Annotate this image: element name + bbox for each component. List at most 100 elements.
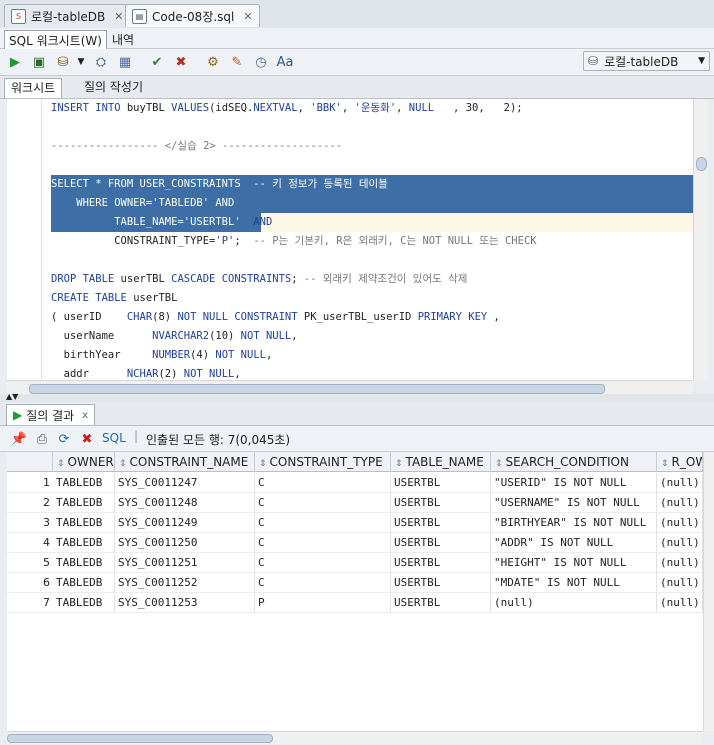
table-cell[interactable]: TABLEDB	[53, 553, 115, 573]
table-cell[interactable]: SYS_C0011248	[115, 493, 255, 513]
editor-horizontal-scrollbar[interactable]	[7, 380, 693, 395]
table-cell[interactable]: (null)	[657, 593, 703, 613]
history-icon[interactable]: ◷	[252, 53, 270, 71]
tab-code-sql[interactable]: ▤ Code-08장.sql ✕	[125, 4, 260, 27]
table-cell[interactable]: "USERNAME" IS NOT NULL	[491, 493, 657, 513]
run-script-icon[interactable]: ▣	[30, 53, 48, 71]
table-cell[interactable]: TABLEDB	[53, 473, 115, 493]
column-header[interactable]: ⇕ CONSTRAINT_NAME	[115, 452, 255, 472]
row-number[interactable]: 2	[7, 493, 53, 513]
explain-plan-icon[interactable]: ⛭	[92, 53, 110, 71]
sql-tuning-icon[interactable]: ⚙	[204, 53, 222, 71]
scroll-thumb[interactable]	[7, 734, 273, 743]
run-statement-icon[interactable]: ▶	[6, 53, 24, 71]
rollback-icon[interactable]: ✖	[172, 53, 190, 71]
table-cell[interactable]: USERTBL	[391, 553, 491, 573]
column-header[interactable]: ⇕ OWNER	[53, 452, 115, 472]
table-cell[interactable]: C	[255, 533, 391, 553]
table-cell[interactable]: "HEIGHT" IS NOT NULL	[491, 553, 657, 573]
chevron-down-icon[interactable]: ▼	[72, 53, 90, 71]
tab-query-result[interactable]: ▶ 질의 결과 x	[6, 404, 96, 425]
close-icon[interactable]: x	[82, 410, 88, 421]
close-icon[interactable]: ✕	[114, 10, 123, 23]
table-cell[interactable]: C	[255, 553, 391, 573]
row-number[interactable]: 3	[7, 513, 53, 533]
grid-vertical-scrollbar[interactable]	[703, 452, 714, 731]
print-icon[interactable]: ⎙	[33, 430, 51, 448]
column-header[interactable]: ⇕R_OW	[657, 452, 703, 472]
column-header[interactable]: ⇕ SEARCH_CONDITION	[491, 452, 657, 472]
table-cell[interactable]: SYS_C0011250	[115, 533, 255, 553]
results-grid[interactable]: ⇕ OWNER ⇕ CONSTRAINT_NAME ⇕ CONSTRAINT_TYPE ⇕ T…	[7, 452, 703, 731]
tab-worksheet[interactable]: 워크시트	[4, 78, 63, 98]
table-cell[interactable]: (null)	[657, 473, 703, 493]
table-cell[interactable]: (null)	[657, 573, 703, 593]
table-cell[interactable]: (null)	[491, 593, 657, 613]
table-cell[interactable]: (null)	[657, 533, 703, 553]
row-number[interactable]: 7	[7, 593, 53, 613]
sql-editor[interactable]: INSERT INTO buyTBL VALUES(idSEQ.NEXTVAL,…	[7, 99, 693, 380]
table-cell[interactable]: C	[255, 573, 391, 593]
sort-icon[interactable]: ⇕	[57, 459, 65, 469]
table-cell[interactable]: USERTBL	[391, 533, 491, 553]
table-cell[interactable]: "ADDR" IS NOT NULL	[491, 533, 657, 553]
splitter[interactable]: ▲▼	[0, 392, 714, 402]
close-icon[interactable]: ✕	[243, 10, 252, 23]
eraser-icon[interactable]: ✎	[228, 53, 246, 71]
table-cell[interactable]: SYS_C0011252	[115, 573, 255, 593]
table-cell[interactable]: SYS_C0011253	[115, 593, 255, 613]
table-cell[interactable]: "MDATE" IS NOT NULL	[491, 573, 657, 593]
table-cell[interactable]: USERTBL	[391, 513, 491, 533]
table-cell[interactable]: TABLEDB	[53, 573, 115, 593]
table-cell[interactable]: C	[255, 473, 391, 493]
table-cell[interactable]: C	[255, 493, 391, 513]
table-cell[interactable]: SYS_C0011249	[115, 513, 255, 533]
table-cell[interactable]: TABLEDB	[53, 493, 115, 513]
scroll-thumb[interactable]	[29, 384, 605, 394]
table-cell[interactable]: TABLEDB	[53, 513, 115, 533]
column-header[interactable]: ⇕ CONSTRAINT_TYPE	[255, 452, 391, 472]
table-cell[interactable]: (null)	[657, 553, 703, 573]
table-cell[interactable]: TABLEDB	[53, 533, 115, 553]
table-cell[interactable]: P	[255, 593, 391, 613]
column-header[interactable]: ⇕ TABLE_NAME	[391, 452, 491, 472]
grid-horizontal-scrollbar[interactable]	[7, 731, 703, 744]
refresh-icon[interactable]: ⟳	[55, 430, 73, 448]
connection-selector[interactable]: ⛁ 로컬-tableDB ▼	[583, 51, 710, 71]
table-cell[interactable]: (null)	[657, 493, 703, 513]
table-cell[interactable]: SYS_C0011247	[115, 473, 255, 493]
sort-icon[interactable]: ⇕	[259, 459, 267, 469]
row-number[interactable]: 4	[7, 533, 53, 553]
sort-icon[interactable]: ⇕	[119, 459, 127, 469]
table-cell[interactable]: "USERID" IS NOT NULL	[491, 473, 657, 493]
table-cell[interactable]: USERTBL	[391, 493, 491, 513]
delete-icon[interactable]: ✖	[78, 430, 96, 448]
table-cell[interactable]: USERTBL	[391, 573, 491, 593]
table-cell[interactable]: TABLEDB	[53, 593, 115, 613]
table-cell[interactable]: (null)	[657, 513, 703, 533]
table-cell[interactable]: "BIRTHYEAR" IS NOT NULL	[491, 513, 657, 533]
collapse-arrows-icon[interactable]: ▲▼	[6, 392, 18, 401]
table-cell[interactable]: C	[255, 513, 391, 533]
table-cell[interactable]: USERTBL	[391, 473, 491, 493]
pin-icon[interactable]: 📌	[10, 430, 28, 448]
case-convert-icon[interactable]: Aa	[276, 53, 294, 71]
table-cell[interactable]: SYS_C0011251	[115, 553, 255, 573]
tab-sql-worksheet[interactable]: SQL 워크시트(W)	[4, 30, 107, 51]
sql-link[interactable]: SQL	[102, 431, 126, 445]
table-cell[interactable]: USERTBL	[391, 593, 491, 613]
scroll-thumb[interactable]	[696, 157, 707, 171]
editor-vertical-scrollbar[interactable]	[693, 99, 708, 380]
tab-query-builder[interactable]: 질의 작성기	[78, 78, 149, 97]
row-number[interactable]: 5	[7, 553, 53, 573]
tab-history[interactable]: 내역	[108, 30, 138, 49]
autotrace-icon[interactable]: ▦	[116, 53, 134, 71]
sort-icon[interactable]: ⇕	[395, 459, 403, 469]
sort-icon[interactable]: ⇕	[495, 459, 503, 469]
commit-check-icon[interactable]: ✔	[148, 53, 166, 71]
row-number[interactable]: 1	[7, 473, 53, 493]
row-number[interactable]: 6	[7, 573, 53, 593]
commit-icon[interactable]: ⛁	[54, 53, 72, 71]
tab-tabledb[interactable]: S 로컬-tableDB ✕	[4, 4, 131, 27]
sort-icon[interactable]: ⇕	[661, 459, 669, 469]
